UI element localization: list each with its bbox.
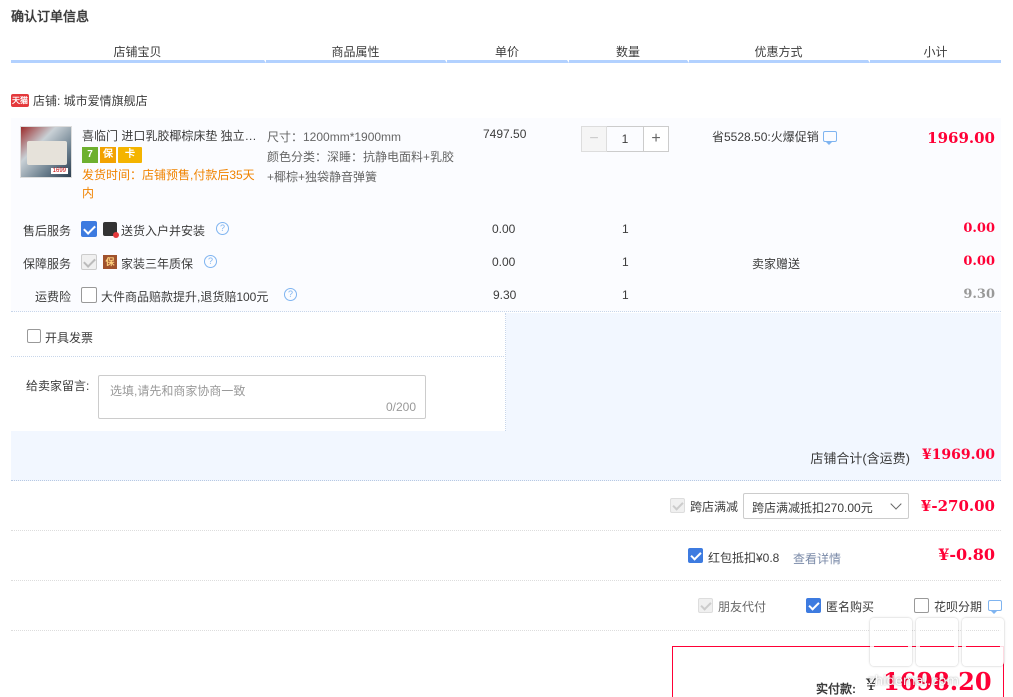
message-placeholder: 选填,请先和商家协商一致: [110, 384, 246, 398]
service-text: 送货入户并安装: [121, 224, 206, 238]
unit-price: 7497.50: [483, 127, 527, 141]
anonymous-checkbox[interactable]: [806, 598, 821, 613]
service-text: 大件商品赔款提升,退货赔100元: [101, 290, 269, 304]
cross-shop-label: 跨店满减: [690, 500, 739, 514]
cross-shop-value: ¥-270.00: [920, 497, 995, 515]
increase-button[interactable]: +: [643, 126, 669, 152]
product-attributes: 尺寸：1200mm*1900mm 颜色分类：深睡：抗静电面料+乳胶+椰棕+独袋静…: [267, 127, 457, 187]
friend-pay-checkbox: [698, 598, 713, 613]
service-subtotal: 0.00: [963, 221, 995, 236]
invoice-label: 开具发票: [45, 331, 94, 345]
message-icon[interactable]: [988, 600, 1002, 614]
shop-line: 天猫 店铺: 城市爱情旗舰店: [11, 92, 148, 109]
attr-size: 尺寸：1200mm*1900mm: [267, 130, 402, 144]
item-subtotal: 1969.00: [927, 129, 995, 147]
service-qty: 1: [622, 255, 629, 269]
red-packet-checkbox[interactable]: [688, 548, 703, 563]
installment-label: 花呗分期: [934, 600, 983, 614]
service-qty: 1: [622, 288, 629, 302]
message-label: 给卖家留言:: [26, 379, 90, 393]
payment-options-row: 朋友代付 匿名购买 花呗分期: [11, 581, 1002, 631]
decrease-button[interactable]: −: [581, 126, 607, 152]
payment-currency: ¥: [866, 675, 877, 694]
help-icon[interactable]: ?: [284, 288, 297, 301]
message-icon[interactable]: [822, 131, 837, 145]
installment-checkbox[interactable]: [914, 598, 929, 613]
help-icon[interactable]: ?: [216, 222, 229, 235]
payment-label: 实付款:: [816, 682, 856, 696]
attr-color: 颜色分类：深睡：抗静电面料+乳胶+椰棕+独袋静音弹簧: [267, 150, 455, 184]
column-quantity: 数量: [569, 42, 689, 63]
payment-amount: 1698.20: [883, 667, 992, 696]
column-attributes: 商品属性: [266, 42, 447, 63]
thumbnail-price-label: 1699: [50, 168, 68, 174]
service-row-after-sales: 售后服务 送货入户并安装 ? 0.00 1 0.00: [11, 213, 1001, 246]
invoice-checkbox[interactable]: [27, 329, 41, 343]
product-thumbnail[interactable]: 1699: [20, 126, 72, 178]
cross-shop-selected: 跨店满减抵扣270.00元: [752, 501, 873, 515]
friend-pay-label: 朋友代付: [718, 600, 767, 614]
guarantee-icon: 保: [100, 147, 116, 163]
help-icon[interactable]: ?: [204, 255, 217, 268]
ship-time: 发货时间：店铺预售,付款后35天内: [82, 168, 255, 200]
view-details-link[interactable]: 查看详情: [793, 550, 841, 567]
delivery-truck-icon: [103, 222, 119, 238]
column-discount: 优惠方式: [689, 42, 870, 63]
product-title-link[interactable]: 喜临门 进口乳胶椰棕床垫 独立弹簧: [82, 127, 262, 144]
service-text: 家装三年质保: [121, 257, 194, 271]
cross-shop-select[interactable]: 跨店满减抵扣270.00元: [743, 493, 909, 519]
cross-shop-checkbox: [670, 498, 685, 513]
service-promo: 卖家赠送: [752, 257, 801, 271]
extras-left-panel: 开具发票 给卖家留言: 选填,请先和商家协商一致 0/200: [11, 313, 506, 431]
order-extras: 开具发票 给卖家留言: 选填,请先和商家协商一致 0/200: [11, 313, 1001, 431]
tmall-badge-icon: 天猫: [11, 94, 29, 107]
service-row-warranty: 保障服务 保 家装三年质保 ? 0.00 1 卖家赠送 0.00: [11, 246, 1001, 279]
red-packet-value: ¥-0.80: [938, 545, 995, 564]
credit-card-icon: 卡: [118, 147, 142, 163]
service-qty: 1: [622, 222, 629, 236]
column-shop-item: 店铺宝贝: [11, 42, 266, 63]
shop-name[interactable]: 店铺: 城市爱情旗舰店: [33, 92, 148, 109]
anonymous-label: 匿名购买: [826, 600, 875, 614]
service-label: 售后服务: [22, 224, 71, 238]
payment-summary: 实付款: ¥ 1698.20: [672, 646, 1004, 697]
shop-total: 店铺合计(含运费) ¥1969.00: [11, 431, 1001, 481]
warranty-icon: 保: [103, 255, 117, 269]
seven-day-return-icon: 7: [82, 147, 98, 163]
invoice-row: 开具发票: [11, 313, 506, 357]
quantity-stepper: − 1 +: [581, 126, 669, 152]
service-label: 保障服务: [22, 257, 71, 271]
cross-shop-discount-row: 跨店满减 跨店满减抵扣270.00元 ¥-270.00: [11, 481, 1001, 531]
promotion: 省5528.50:火爆促销: [712, 128, 837, 145]
red-packet-row: 红包抵扣¥0.8 查看详情 ¥-0.80: [11, 531, 1001, 581]
product-tags: 7 保 卡: [82, 147, 142, 163]
shop-total-label: 店铺合计(含运费): [810, 451, 910, 466]
chevron-down-icon: [890, 498, 902, 510]
service-label: 运费险: [34, 290, 71, 304]
mattress-image: [27, 141, 67, 165]
column-header: 店铺宝贝 商品属性 单价 数量 优惠方式 小计: [11, 42, 1001, 66]
column-subtotal: 小计: [870, 42, 1001, 63]
page-title: 确认订单信息: [11, 9, 90, 24]
seller-message-input[interactable]: 选填,请先和商家协商一致 0/200: [98, 375, 426, 419]
promotion-text: 省5528.50:火爆促销: [712, 130, 819, 144]
service-checkbox[interactable]: [81, 221, 97, 237]
order-item: 1699 喜临门 进口乳胶椰棕床垫 独立弹簧 7 保 卡 发货时间：店铺预售,付…: [11, 118, 1001, 312]
service-price: 9.30: [493, 288, 517, 302]
service-checkbox: [81, 254, 97, 270]
red-packet-label: 红包抵扣¥0.8: [708, 551, 780, 565]
service-row-shipping-insurance: 运费险 大件商品赔款提升,退货赔100元 ? 9.30 1 9.30: [11, 279, 1001, 312]
message-char-count: 0/200: [385, 400, 416, 414]
column-unit-price: 单价: [447, 42, 569, 63]
service-checkbox[interactable]: [81, 287, 97, 303]
service-price: 0.00: [492, 255, 516, 269]
quantity-input[interactable]: 1: [607, 126, 643, 152]
service-subtotal: 9.30: [963, 287, 995, 302]
shop-total-value: ¥1969.00: [921, 447, 995, 463]
service-price: 0.00: [492, 222, 516, 236]
service-subtotal: 0.00: [963, 254, 995, 269]
